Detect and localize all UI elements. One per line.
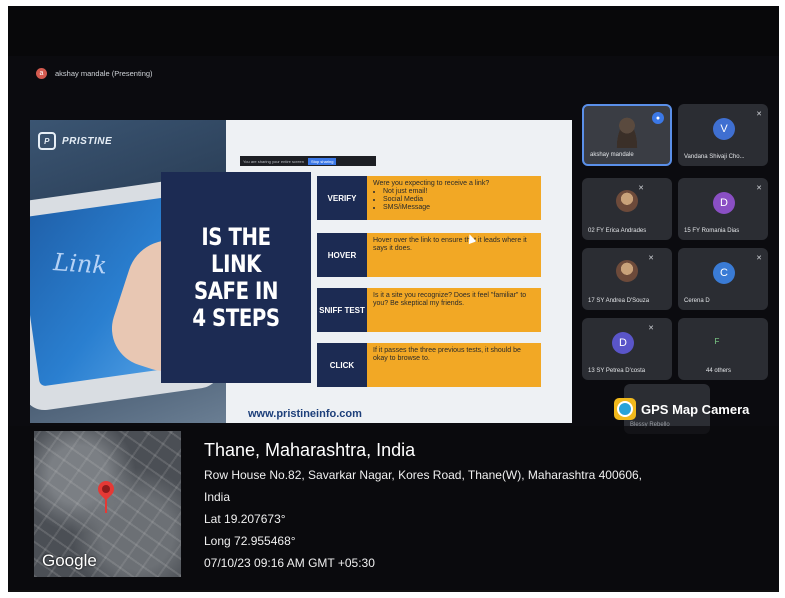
screen-share-bar: You are sharing your entire screen Stop …: [240, 156, 376, 166]
step-body: Were you expecting to receive a link? No…: [367, 176, 541, 220]
address-line-2: India: [204, 490, 231, 504]
datetime: 07/10/23 09:16 AM GMT +05:30: [204, 556, 375, 570]
participant-photo: [616, 190, 638, 212]
gps-map-camera-icon: [614, 398, 636, 420]
longitude: Long 72.955468°: [204, 534, 296, 548]
participant-name: akshay mandale: [590, 152, 634, 158]
participant-photo: [616, 260, 638, 282]
participant-name: Cerena D: [684, 298, 710, 304]
mic-muted-icon: ✕: [648, 255, 654, 262]
participant-avatar: F: [714, 336, 720, 346]
participant-video: [614, 116, 640, 148]
participant-tile[interactable]: ● akshay mandale: [582, 104, 672, 166]
map-thumbnail: Google: [34, 431, 181, 577]
participant-name: 02 FY Erica Andrades: [588, 228, 647, 234]
step-bullets: Not just email! Social Media SMS/iMessag…: [373, 188, 535, 212]
gps-map-camera-brand: GPS Map Camera: [614, 398, 749, 420]
participant-name: 15 FY Romania Dias: [684, 228, 740, 234]
step-label: HOVER: [317, 233, 367, 277]
step-verify: VERIFY Were you expecting to receive a l…: [317, 176, 541, 220]
participant-tile[interactable]: ✕ 17 SY Andrea D'Souza: [582, 248, 672, 310]
latitude: Lat 19.207673°: [204, 512, 286, 526]
step-bullet: Not just email!: [383, 188, 535, 196]
speaker-active-icon: ●: [652, 112, 664, 124]
mic-muted-icon: ✕: [756, 185, 762, 192]
participant-name: 13 SY Petrea D'costa: [588, 368, 646, 374]
presenter-label: akshay mandale (Presenting): [55, 69, 153, 78]
step-sniff-test: SNIFF TEST Is it a site you recognize? D…: [317, 288, 541, 332]
slide-headline: IS THE LINK SAFE IN 4 STEPS: [192, 222, 280, 332]
address-line-1: Row House No.82, Savarkar Nagar, Kores R…: [204, 468, 642, 482]
gps-brand-text: GPS Map Camera: [641, 401, 750, 417]
mic-muted-icon: ✕: [648, 325, 654, 332]
participant-tile[interactable]: ✕ D 13 SY Petrea D'costa: [582, 318, 672, 380]
participant-name: 44 others: [706, 368, 732, 374]
location-city: Thane, Maharashtra, India: [204, 440, 416, 460]
participant-tile[interactable]: ✕ D 15 FY Romania Dias: [678, 178, 768, 240]
headline-panel: IS THE LINK SAFE IN 4 STEPS: [161, 172, 311, 383]
slide-url: www.pristineinfo.com: [248, 408, 362, 420]
google-logo: Google: [42, 551, 97, 570]
participant-tile[interactable]: ✕ V Vandana Shivaji Cho...: [678, 104, 768, 166]
step-body: Is it a site you recognize? Does it feel…: [367, 288, 541, 332]
presenter-avatar-icon: a: [36, 68, 47, 79]
participant-tile[interactable]: ✕ 02 FY Erica Andrades: [582, 178, 672, 240]
step-label: VERIFY: [317, 176, 367, 220]
shared-slide: Link P PRISTINE You are sharing your ent…: [30, 120, 572, 423]
participant-avatar: C: [713, 262, 735, 284]
participant-tile-others[interactable]: F 44 others: [678, 318, 768, 380]
step-click: CLICK If it passes the three previous te…: [317, 343, 541, 387]
participant-tile[interactable]: ✕ C Cerena D: [678, 248, 768, 310]
step-body: Hover over the link to ensure that it le…: [367, 233, 541, 277]
participant-name: Vandana Shivaji Cho...: [684, 154, 745, 160]
pristine-logo: P PRISTINE: [38, 132, 112, 150]
step-body: If it passes the three previous tests, i…: [367, 343, 541, 387]
step-label: SNIFF TEST: [317, 288, 367, 332]
stop-sharing-button[interactable]: Stop sharing: [308, 157, 337, 165]
pristine-logo-icon: P: [38, 132, 56, 150]
monitor-top-bezel: [8, 6, 779, 56]
mic-muted-icon: ✕: [756, 255, 762, 262]
step-label: CLICK: [317, 343, 367, 387]
participant-avatar: V: [713, 118, 735, 140]
tablet-word: Link: [52, 248, 108, 280]
mic-muted-icon: ✕: [638, 185, 644, 192]
step-bullet: SMS/iMessage: [383, 204, 535, 212]
step-hover: HOVER Hover over the link to ensure that…: [317, 233, 541, 277]
participant-avatar: D: [713, 192, 735, 214]
presenting-indicator: a akshay mandale (Presenting): [36, 68, 153, 79]
mic-muted-icon: ✕: [756, 111, 762, 118]
pristine-logo-text: PRISTINE: [62, 135, 113, 147]
step-bullet: Social Media: [383, 196, 535, 204]
step-text: Were you expecting to receive a link?: [373, 180, 490, 187]
map-pin-stem: [105, 495, 107, 513]
participant-avatar: D: [612, 332, 634, 354]
screen-share-note: You are sharing your entire screen: [243, 158, 304, 164]
participant-name: 17 SY Andrea D'Souza: [588, 298, 650, 304]
frame-bottom-rule: [8, 590, 779, 592]
photo-frame: a akshay mandale (Presenting) Link P PRI…: [8, 6, 779, 590]
